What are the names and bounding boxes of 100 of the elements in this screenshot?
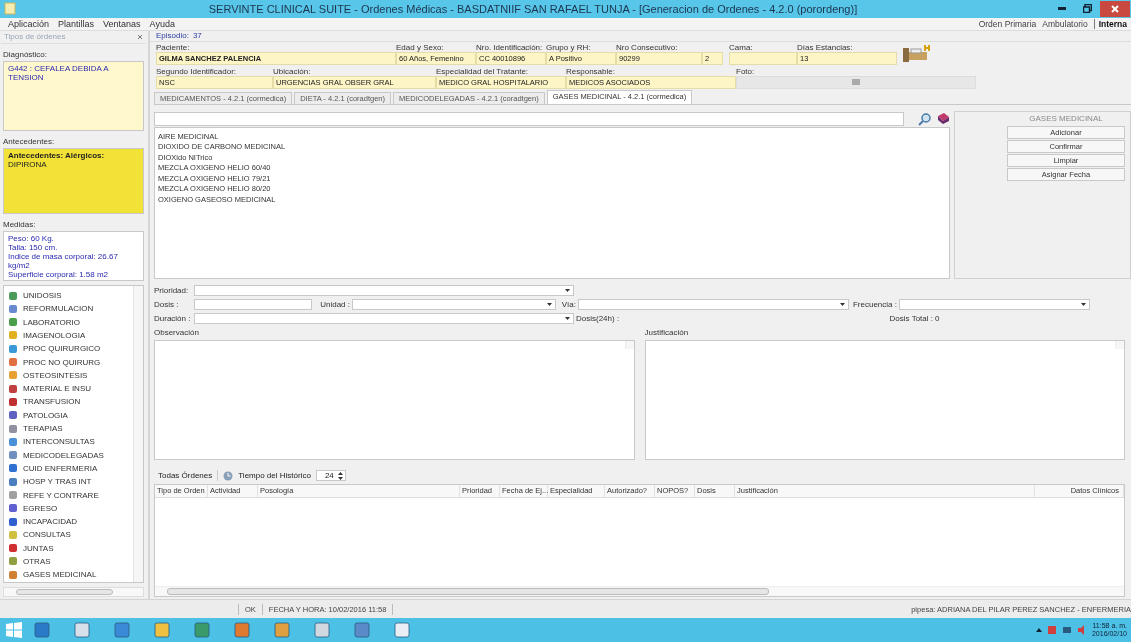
order-type-icon [8, 490, 18, 500]
menu-item[interactable]: Ayuda [149, 18, 175, 29]
horizontal-scrollbar[interactable] [3, 587, 144, 598]
text-area[interactable] [644, 339, 1125, 460]
episode-value: 37 [192, 31, 202, 41]
diagnosis-text: G442 : CEFALEA DEBIDA A TENSION [3, 60, 144, 131]
order-type-item[interactable]: OTRAS [23, 557, 51, 566]
start-icon[interactable] [6, 622, 22, 638]
order-type-item[interactable]: MATERIAL E INSU [23, 384, 91, 394]
hours-spinner[interactable]: 24 [315, 470, 346, 482]
menu-item[interactable]: Plantillas [58, 18, 95, 29]
order-type-icon [8, 556, 18, 567]
history-text: DIPIRONA [8, 159, 47, 169]
order-type-item[interactable]: LABORATORIO [23, 317, 81, 327]
dropdown[interactable] [899, 298, 1090, 310]
order-type-item[interactable]: PROC QUIRURGICO [23, 344, 101, 354]
caret-icon [565, 288, 570, 292]
order-type-icon [8, 290, 18, 301]
mode-link[interactable]: Orden Primaria [978, 18, 1037, 29]
order-type-item[interactable]: UNIDOSIS [23, 291, 62, 301]
order-type-item[interactable]: IMAGENOLOGIA [23, 330, 86, 340]
taskbar-app-icon[interactable] [353, 621, 371, 639]
order-type-item[interactable]: TERAPIAS [23, 424, 63, 433]
field-label: Frecuencia : [851, 299, 897, 309]
input-field[interactable] [194, 298, 312, 310]
order-type-icon [8, 516, 18, 527]
diagnosis-label: Diagnóstico: [3, 49, 49, 59]
order-type-icon [8, 317, 18, 328]
taskbar-app-icon[interactable] [113, 621, 131, 639]
taskbar-app-icon[interactable] [193, 621, 211, 639]
tray-icon[interactable] [1046, 625, 1057, 635]
order-type-item[interactable]: PROC NO QUIRURG [23, 357, 101, 367]
taskbar-app-icon[interactable] [153, 621, 171, 639]
order-type-icon [8, 357, 18, 368]
tray-arrow-icon[interactable] [1035, 628, 1042, 632]
close-button[interactable] [1100, 0, 1130, 17]
field-label: Edad y Sexo: [396, 42, 445, 52]
dropdown[interactable] [194, 284, 574, 296]
vertical-scrollbar[interactable] [133, 285, 143, 583]
field-label: Nro. Identificación: [476, 42, 544, 52]
mode-link[interactable]: Interna [1093, 18, 1127, 29]
measures-label: Medidas: [3, 219, 37, 229]
order-type-item[interactable]: CUID ENFERMERIA [23, 463, 98, 473]
dropdown[interactable] [352, 298, 556, 310]
order-type-item[interactable]: JUNTAS [23, 543, 54, 553]
taskbar-app-icon[interactable] [393, 621, 411, 639]
all-orders-button[interactable]: Todas Órdenes [158, 471, 213, 481]
field-label: Justificación [644, 327, 690, 337]
order-type-item[interactable]: CONSULTAS [23, 530, 71, 540]
mode-link[interactable]: Ambulatorio [1042, 18, 1088, 29]
order-type-icon [8, 330, 18, 341]
taskbar-app-icon[interactable] [73, 621, 91, 639]
dropdown[interactable] [194, 312, 574, 324]
order-type-item[interactable]: HOSP Y TRAS INT [23, 477, 92, 487]
measure-text: Talla: 150 cm. [8, 242, 59, 252]
order-type-item[interactable]: REFORMULACION [23, 304, 94, 314]
bed-icon [901, 42, 931, 65]
order-type-item[interactable]: REFE Y CONTRARE [23, 490, 99, 500]
field-label: Especialidad del Tratante: [436, 66, 530, 76]
episode-label: Episodio: [156, 31, 189, 41]
photo-label: Foto: [736, 66, 756, 76]
order-type-item[interactable]: INTERCONSULTAS [23, 437, 95, 447]
dropdown[interactable] [578, 298, 849, 310]
order-type-icon [8, 370, 18, 381]
order-type-icon [8, 463, 18, 474]
taskbar-app-icon[interactable] [273, 621, 291, 639]
order-type-icon [8, 569, 18, 580]
order-type-icon [8, 476, 18, 487]
clock-icon [223, 470, 234, 481]
taskbar-app-icon[interactable] [313, 621, 331, 639]
measure-text: Superficie corporal: 1.58 m2 [8, 269, 110, 279]
taskbar-app-icon[interactable] [33, 621, 51, 639]
order-type-item[interactable]: PATOLOGIA [23, 410, 68, 420]
field-label: Ubicación: [273, 66, 312, 76]
field-label: Días Estancias: [797, 42, 854, 52]
menu-item[interactable]: Aplicación [8, 18, 50, 29]
order-type-item[interactable]: TRANSFUSION [23, 397, 81, 407]
history-heading: Antecedentes: Alérgicos: [8, 150, 106, 160]
menu-item[interactable]: Ventanas [103, 18, 141, 29]
text-area[interactable] [154, 339, 635, 460]
search-icon[interactable] [918, 111, 932, 126]
horizontal-scrollbar[interactable] [155, 586, 1124, 597]
order-type-item[interactable]: MEDICODELEGADAS [23, 450, 104, 460]
order-type-item[interactable]: EGRESO [23, 503, 58, 513]
search-field[interactable] [154, 111, 904, 126]
caret-icon [840, 302, 845, 306]
order-type-icon [8, 436, 18, 447]
image-icon [852, 79, 860, 86]
field-label: Nro Consecutivo: [616, 42, 679, 52]
order-type-icon [8, 396, 18, 407]
order-type-item[interactable]: GASES MEDICINAL [23, 570, 97, 580]
app-icon [4, 2, 16, 16]
speaker-icon[interactable] [1076, 625, 1087, 635]
network-icon[interactable] [1061, 625, 1072, 635]
order-type-icon [8, 450, 18, 461]
order-type-item[interactable]: OSTEOSINTESIS [23, 370, 88, 380]
caret-icon [1081, 302, 1086, 306]
taskbar-app-icon[interactable] [233, 621, 251, 639]
order-type-item[interactable]: INCAPACIDAD [23, 517, 78, 527]
field-label: Observación [154, 327, 200, 337]
